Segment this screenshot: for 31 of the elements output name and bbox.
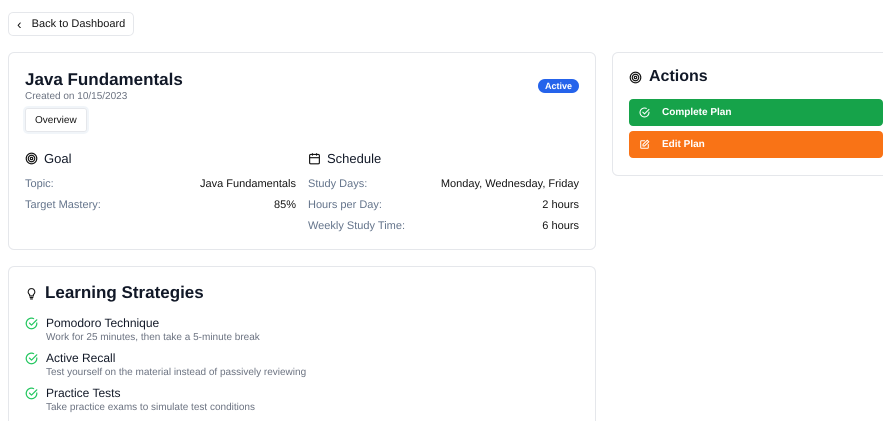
plan-title: Java Fundamentals [25, 70, 183, 90]
field-label: Target Mastery: [25, 198, 101, 210]
field-value: Java Fundamentals [200, 178, 296, 190]
strategy-name: Practice Tests [46, 385, 122, 401]
strategy-description: Work for 25 minutes, then take a 5-minute break [46, 331, 260, 344]
strategy-name: Pomodoro Technique [46, 315, 160, 331]
pencil-icon [639, 139, 650, 150]
check-circle-icon [639, 107, 650, 118]
strategy-name: Active Recall [46, 350, 116, 366]
calendar-icon [308, 152, 321, 165]
card-title: Actions [649, 68, 708, 86]
created-date: Created on 10/15/2023 [25, 91, 128, 102]
target-icon [629, 70, 642, 84]
field-value: 85% [274, 198, 296, 210]
field-label: Weekly Study Time: [308, 220, 405, 232]
section-title: Schedule [327, 151, 382, 166]
back-button[interactable]: ‹ Back to Dashboard [8, 12, 134, 36]
field-value: 6 hours [542, 220, 579, 232]
status-badge: Active [538, 79, 579, 93]
lightbulb-icon [25, 286, 38, 300]
section-title: Goal [44, 151, 72, 166]
strategy-description: Test yourself on the material instead of passively reviewing [46, 366, 306, 379]
strategy-description: Take practice exams to simulate test conditions [46, 401, 255, 414]
field-label: Hours per Day: [308, 198, 382, 210]
overview-tab[interactable]: Overview [25, 108, 87, 132]
field-label: Topic: [25, 178, 54, 190]
card-title: Learning Strategies [45, 283, 204, 303]
field-value: 2 hours [542, 198, 579, 210]
field-value: Monday, Wednesday, Friday [440, 178, 579, 190]
field-label: Study Days: [308, 178, 368, 190]
target-icon [25, 152, 38, 165]
